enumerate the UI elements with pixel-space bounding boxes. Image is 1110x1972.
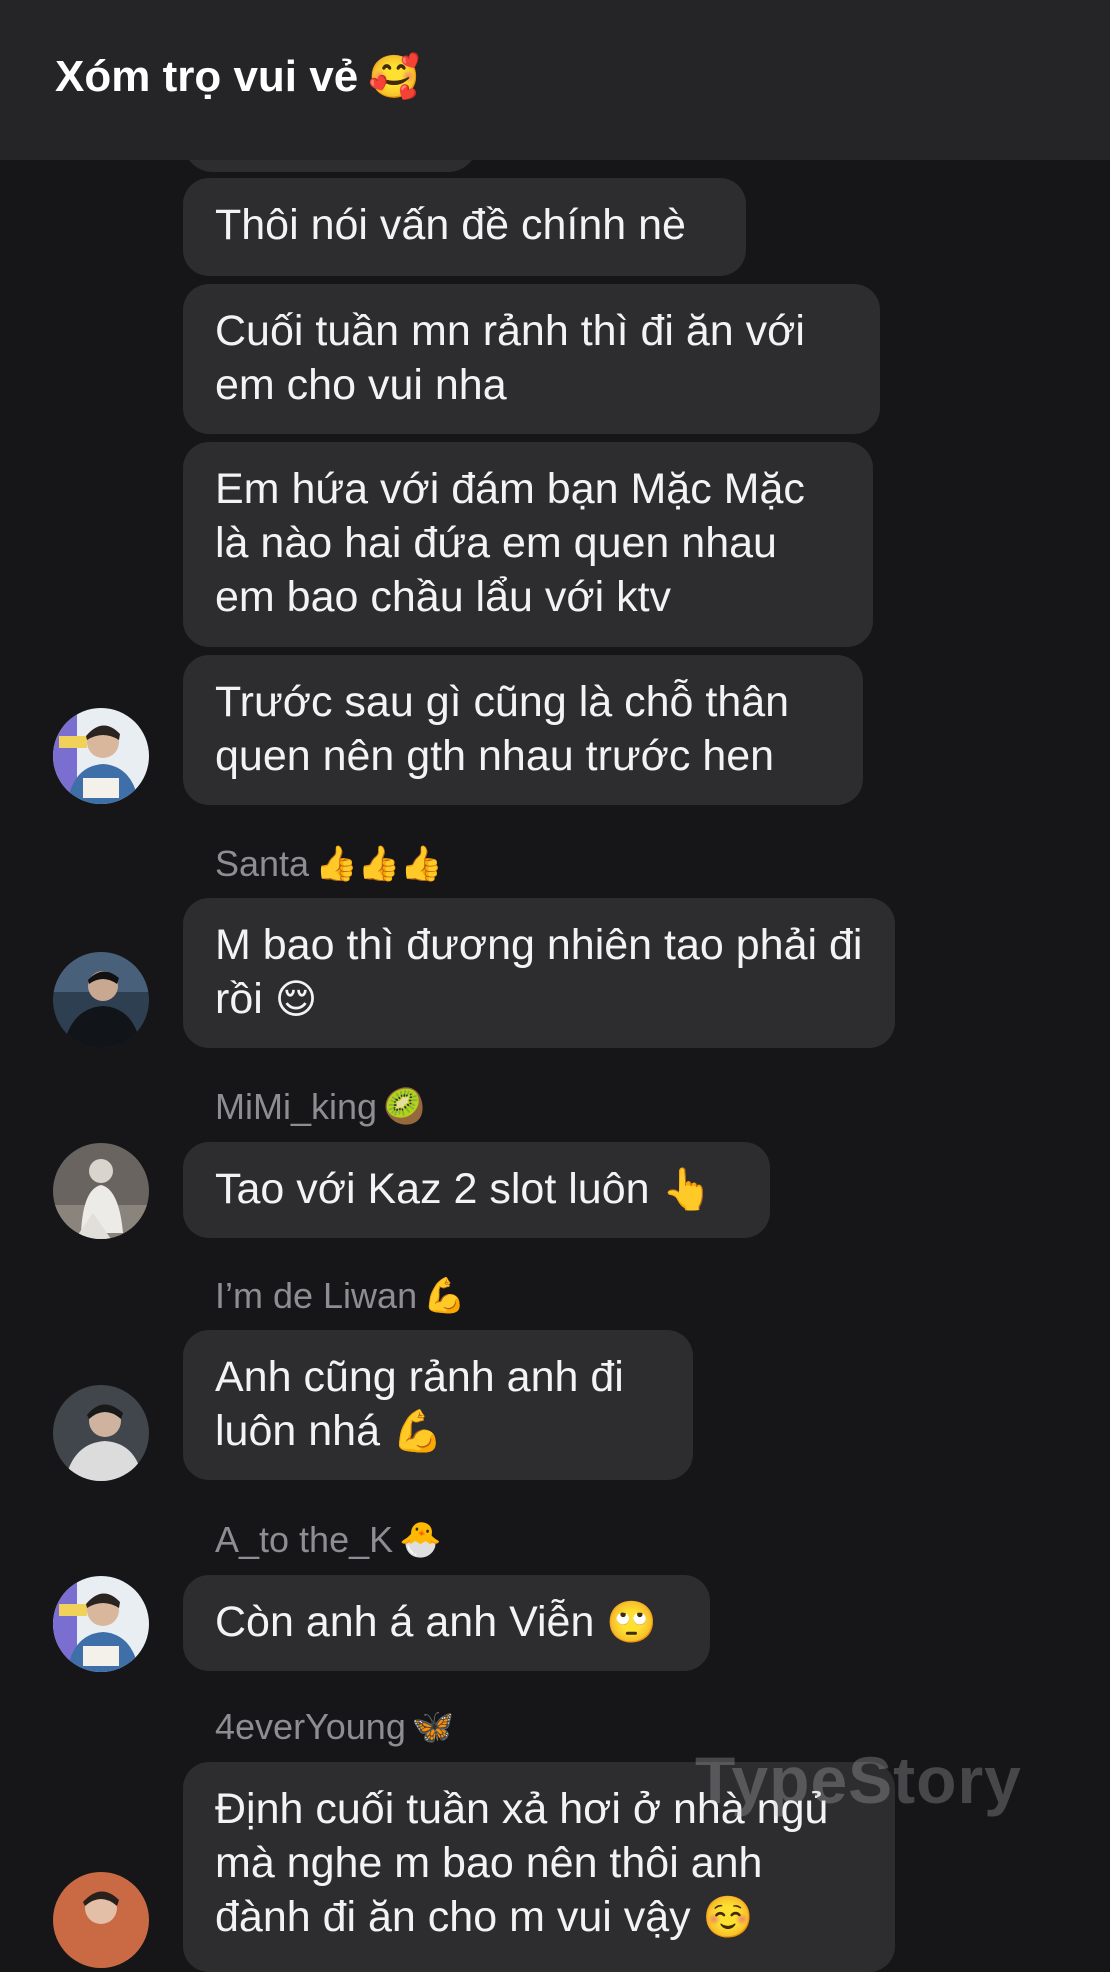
message-bubble[interactable]: Thôi nói vấn đề chính nè (183, 178, 746, 276)
message-text: Em hứa với đám bạn Mặc Mặc là nào hai đứ… (215, 465, 805, 621)
sender-name[interactable]: I’m de Liwan 💪 (215, 1274, 466, 1318)
smiling-face-icon: ☺️ (702, 1894, 754, 1940)
thumbs-up-icon: 👍👍👍 (315, 844, 443, 883)
relieved-face-icon: 😌 (274, 976, 318, 1022)
avatar[interactable] (53, 1385, 149, 1481)
message-bubble[interactable]: Anh cũng rảnh anh đi luôn nhá 💪 (183, 1330, 693, 1480)
sender-name[interactable]: Santa 👍👍👍 (215, 842, 443, 886)
avatar-photo-icon (53, 1872, 149, 1968)
message-bubble[interactable]: Cuối tuần mn rảnh thì đi ăn với em cho v… (183, 284, 880, 434)
message-text: Thôi nói vấn đề chính nè (215, 201, 686, 249)
message-text: Trước sau gì cũng là chỗ thân quen nên g… (215, 678, 790, 780)
hatching-chick-icon: 🐣 (399, 1520, 442, 1559)
avatar-photo-icon (53, 1576, 149, 1672)
message-bubble[interactable]: Trước sau gì cũng là chỗ thân quen nên g… (183, 655, 863, 805)
message-text: Tao với Kaz 2 slot luôn (215, 1165, 650, 1213)
avatar-photo-icon (53, 952, 149, 1048)
kiwi-icon: 🥝 (383, 1087, 426, 1126)
group-name: Xóm trọ vui vẻ (55, 52, 359, 101)
avatar[interactable] (53, 1872, 149, 1968)
smiling-hearts-emoji-icon: 🥰 (368, 53, 421, 101)
message-bubble[interactable]: Em hứa với đám bạn Mặc Mặc là nào hai đứ… (183, 442, 873, 647)
chat-header: Xóm trọ vui vẻ 🥰 (0, 0, 1110, 160)
sender-name[interactable]: 4everYoung 🦋 (215, 1705, 454, 1749)
avatar[interactable] (53, 1143, 149, 1239)
message-text: Còn anh á anh Viễn (215, 1598, 595, 1646)
avatar[interactable] (53, 1576, 149, 1672)
flexed-biceps-icon: 💪 (423, 1276, 466, 1315)
pointing-up-icon: 👆 (661, 1166, 713, 1212)
group-title[interactable]: Xóm trọ vui vẻ 🥰 (55, 52, 420, 102)
avatar-photo-icon (53, 1143, 149, 1239)
message-text: Cuối tuần mn rảnh thì đi ăn với em cho v… (215, 307, 805, 409)
message-bubble[interactable]: Tao với Kaz 2 slot luôn 👆 (183, 1142, 770, 1238)
avatar-photo-icon (53, 708, 149, 804)
sender-name[interactable]: A_to the_K 🐣 (215, 1518, 442, 1562)
watermark-text: TypeStory (695, 1743, 1022, 1817)
sender-name[interactable]: MiMi_king 🥝 (215, 1085, 426, 1129)
message-bubble[interactable]: M bao thì đương nhiên tao phải đi rồi 😌 (183, 898, 895, 1048)
flexed-biceps-icon: 💪 (391, 1408, 443, 1454)
eye-roll-face-icon: 🙄 (606, 1599, 658, 1645)
avatar[interactable] (53, 708, 149, 804)
message-bubble[interactable]: Còn anh á anh Viễn 🙄 (183, 1575, 710, 1671)
avatar[interactable] (53, 952, 149, 1048)
butterfly-icon: 🦋 (411, 1707, 455, 1746)
avatar-photo-icon (53, 1385, 149, 1481)
